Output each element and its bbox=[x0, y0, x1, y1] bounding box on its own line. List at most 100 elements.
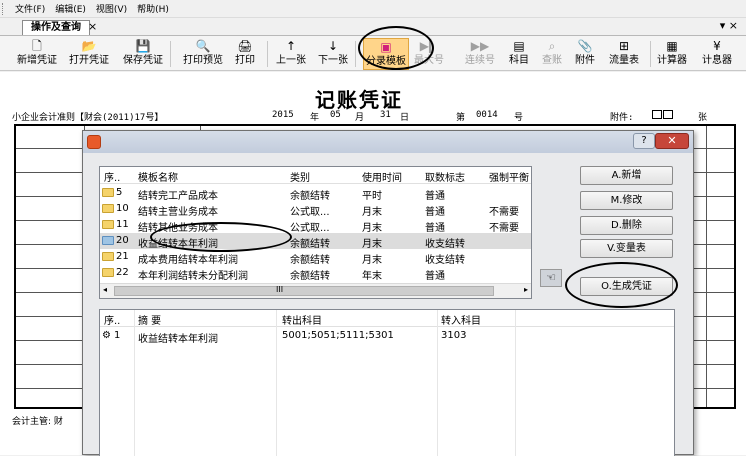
template-category: 余额结转 bbox=[290, 239, 330, 250]
interest-calc-button[interactable]: ¥ 计息器 bbox=[700, 38, 734, 70]
detail-col-in[interactable]: 转入科目 bbox=[441, 312, 481, 327]
variable-table-button[interactable]: V.变量表 bbox=[580, 239, 673, 258]
print-preview-button[interactable]: 🔍 打印预览 bbox=[182, 38, 224, 70]
ledger-search-button[interactable]: ⌕ 查账 bbox=[540, 38, 564, 70]
template-category: 余额结转 bbox=[290, 255, 330, 266]
voucher-day[interactable]: 31 bbox=[380, 110, 391, 120]
flow-table-icon: ⊞ bbox=[618, 39, 630, 53]
detail-list-header: 序.. 摘 要 转出科目 转入科目 bbox=[100, 310, 674, 327]
voucher-number[interactable]: 0014 bbox=[476, 110, 498, 120]
menu-bar: 文件(F) 编辑(E) 视图(V) 帮助(H) bbox=[0, 0, 746, 18]
menu-file[interactable]: 文件(F) bbox=[11, 2, 51, 15]
account-label: 科目 bbox=[509, 55, 529, 66]
col-header-category[interactable]: 类别 bbox=[290, 169, 310, 184]
voucher-month[interactable]: 05 bbox=[330, 110, 341, 120]
number-unit: 号 bbox=[514, 113, 524, 123]
template-time: 月末 bbox=[362, 239, 382, 250]
annotation-ellipse bbox=[150, 222, 292, 252]
next-voucher-button[interactable]: ↓ 下一张 bbox=[318, 38, 348, 70]
template-no: 5 bbox=[116, 187, 123, 198]
open-icon: 📂 bbox=[81, 39, 97, 53]
template-time: 月末 bbox=[362, 255, 382, 266]
attachment-count-box[interactable] bbox=[652, 110, 673, 122]
template-time: 平时 bbox=[362, 191, 382, 202]
toolbar-separator bbox=[355, 41, 356, 67]
account-icon: ▤ bbox=[513, 39, 525, 53]
print-button[interactable]: 🖨 打印 bbox=[233, 38, 257, 70]
voucher-year[interactable]: 2015 bbox=[272, 110, 294, 120]
dialog-titlebar[interactable]: ? ✕ bbox=[83, 131, 693, 153]
attachment-icon: 📎 bbox=[577, 39, 593, 53]
horizontal-scrollbar[interactable]: ◂ III ▸ bbox=[100, 283, 531, 298]
menu-view[interactable]: 视图(V) bbox=[92, 2, 133, 15]
detail-row[interactable]: ⚙ 1 收益结转本年利润 5001;5051;5111;5301 3103 bbox=[100, 328, 674, 345]
attachment-button[interactable]: 📎 附件 bbox=[573, 38, 597, 70]
template-no: 22 bbox=[116, 267, 129, 278]
previous-voucher-label: 上一张 bbox=[276, 55, 306, 66]
save-voucher-button[interactable]: 💾 保存凭证 bbox=[122, 38, 164, 70]
col-header-time[interactable]: 使用时间 bbox=[362, 169, 402, 184]
calculator-label: 计算器 bbox=[657, 55, 687, 66]
ledger-search-label: 查账 bbox=[542, 55, 562, 66]
col-header-flag[interactable]: 取数标志 bbox=[425, 169, 465, 184]
next-voucher-label: 下一张 bbox=[318, 55, 348, 66]
template-row[interactable]: 5 结转完工产品成本 余额结转 平时 普通 bbox=[100, 185, 531, 202]
col-header-force[interactable]: 强制平衡 bbox=[489, 169, 529, 184]
pointing-hand-icon: ☜ bbox=[540, 269, 562, 287]
col-header-name[interactable]: 模板名称 bbox=[138, 169, 178, 184]
template-row[interactable]: 22 本年利润结转未分配利润 余额结转 年末 普通 bbox=[100, 265, 531, 282]
tab-operations-query[interactable]: 操作及查询 bbox=[22, 20, 90, 35]
previous-voucher-button[interactable]: ↑ 上一张 bbox=[276, 38, 306, 70]
toolbar-separator bbox=[650, 41, 651, 67]
open-voucher-label: 打开凭证 bbox=[69, 55, 109, 66]
menu-help[interactable]: 帮助(H) bbox=[133, 2, 175, 15]
detail-col-no[interactable]: 序.. bbox=[104, 312, 120, 327]
new-voucher-label: 新增凭证 bbox=[17, 55, 57, 66]
menu-edit[interactable]: 编辑(E) bbox=[51, 2, 92, 15]
template-flag: 普通 bbox=[425, 207, 445, 218]
close-button[interactable]: ✕ bbox=[655, 133, 689, 149]
template-row[interactable]: 10 结转主营业务成本 公式取... 月末 普通 不需要 bbox=[100, 201, 531, 218]
detail-col-out[interactable]: 转出科目 bbox=[282, 312, 322, 327]
account-button[interactable]: ▤ 科目 bbox=[507, 38, 531, 70]
annotation-ellipse bbox=[358, 26, 434, 70]
col-header-no[interactable]: 序.. bbox=[104, 169, 120, 184]
renumber-button[interactable]: ▶▶ 连续号 bbox=[463, 38, 497, 70]
template-force: 不需要 bbox=[489, 207, 519, 218]
template-flag: 普通 bbox=[425, 271, 445, 282]
voucher-title: 记账凭证 bbox=[315, 88, 403, 112]
delete-template-button[interactable]: D.删除 bbox=[580, 216, 673, 235]
month-unit: 月 bbox=[355, 113, 365, 123]
scroll-grip: III bbox=[276, 285, 284, 294]
template-detail-list[interactable]: 序.. 摘 要 转出科目 转入科目 ⚙ 1 收益结转本年利润 5001;5051… bbox=[99, 309, 675, 456]
flow-table-label: 流量表 bbox=[609, 55, 639, 66]
edit-template-button[interactable]: M.修改 bbox=[580, 191, 673, 210]
template-time: 月末 bbox=[362, 207, 382, 218]
up-arrow-icon: ↑ bbox=[285, 39, 297, 53]
open-voucher-button[interactable]: 📂 打开凭证 bbox=[68, 38, 110, 70]
detail-col-summary[interactable]: 摘 要 bbox=[138, 312, 161, 327]
scroll-thumb[interactable] bbox=[114, 286, 494, 296]
detail-row-summary: 收益结转本年利润 bbox=[138, 334, 218, 345]
add-template-button[interactable]: A.新增 bbox=[580, 166, 673, 185]
calculator-icon: ▦ bbox=[666, 39, 678, 53]
scroll-left-icon[interactable]: ◂ bbox=[103, 285, 107, 294]
window-close-icon[interactable]: ▾ × bbox=[720, 19, 738, 32]
template-name: 结转主营业务成本 bbox=[138, 207, 218, 218]
flow-table-button[interactable]: ⊞ 流量表 bbox=[607, 38, 641, 70]
new-voucher-button[interactable]: 🗋 新增凭证 bbox=[16, 38, 58, 70]
template-category: 公式取... bbox=[290, 207, 330, 218]
scroll-right-icon[interactable]: ▸ bbox=[524, 285, 528, 294]
app-icon bbox=[87, 135, 101, 149]
calculator-button[interactable]: ▦ 计算器 bbox=[655, 38, 689, 70]
template-no: 20 bbox=[116, 235, 129, 246]
interest-calc-label: 计息器 bbox=[702, 55, 732, 66]
toolbar-separator bbox=[267, 41, 268, 67]
template-name: 本年利润结转未分配利润 bbox=[138, 271, 248, 282]
template-row[interactable]: 21 成本费用结转本年利润 余额结转 月末 收支结转 bbox=[100, 249, 531, 266]
attachment-label: 附件 bbox=[575, 55, 595, 66]
help-button[interactable]: ? bbox=[633, 133, 655, 149]
template-flag: 普通 bbox=[425, 191, 445, 202]
template-folder-icon bbox=[102, 252, 116, 263]
tab-close-icon[interactable]: × bbox=[88, 20, 97, 33]
